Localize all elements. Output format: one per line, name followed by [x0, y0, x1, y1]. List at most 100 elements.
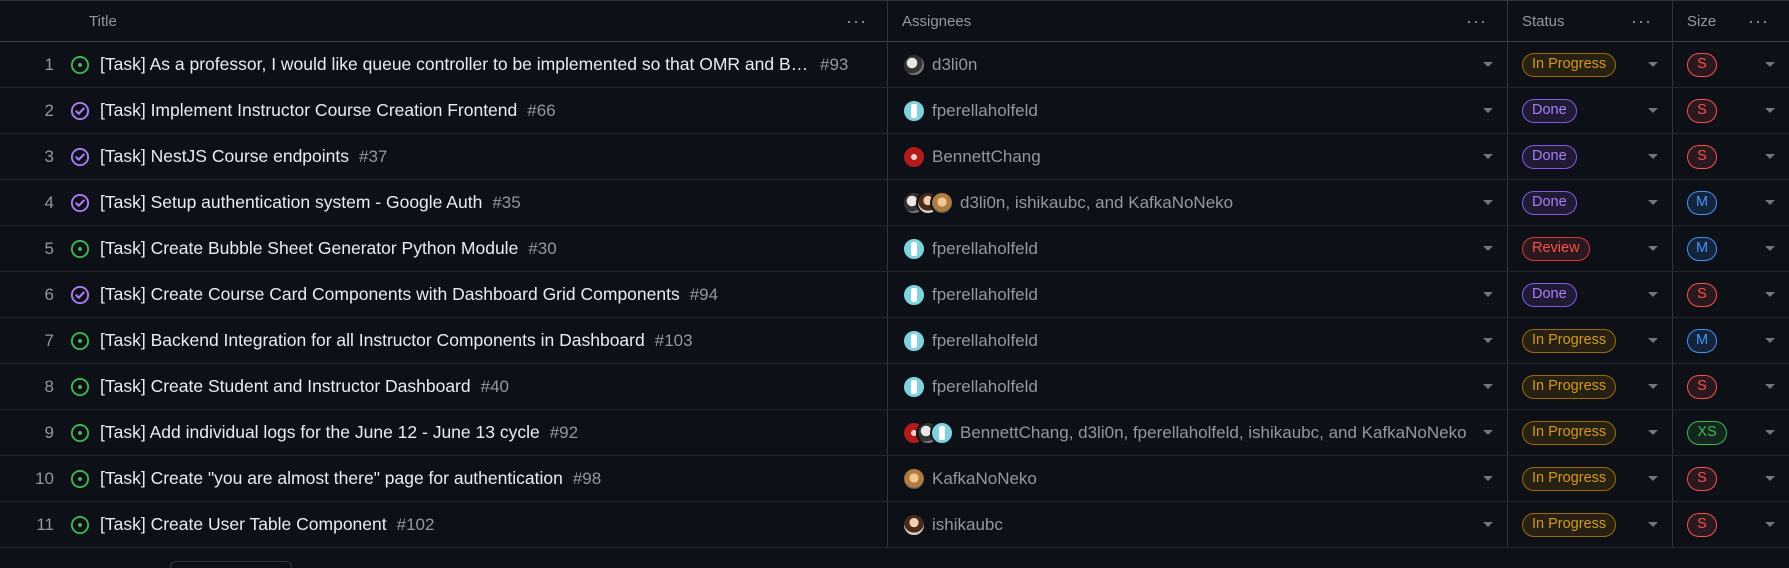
size-badge[interactable]: S	[1687, 374, 1717, 399]
status-badge[interactable]: In Progress	[1522, 466, 1617, 491]
issue-number[interactable]: #37	[359, 147, 387, 167]
status-badge[interactable]: In Progress	[1522, 328, 1617, 353]
size-dropdown-icon[interactable]	[1765, 476, 1775, 481]
assignees-dropdown-icon[interactable]	[1483, 154, 1493, 159]
assignees-cell[interactable]: BennettChang	[888, 134, 1508, 179]
assignees-cell[interactable]: fperellaholfeld	[888, 318, 1508, 363]
table-row[interactable]: 11 [Task] Create User Table Component #102…	[0, 502, 1789, 548]
size-badge[interactable]: S	[1687, 144, 1717, 169]
status-badge[interactable]: Done	[1522, 282, 1577, 307]
assignees-text[interactable]: BennettChang, d3li0n, fperellaholfeld, i…	[960, 423, 1467, 443]
assignees-text[interactable]: fperellaholfeld	[932, 331, 1038, 351]
assignees-text[interactable]: fperellaholfeld	[932, 285, 1038, 305]
size-badge[interactable]: S	[1687, 512, 1717, 537]
size-cell[interactable]: M	[1673, 180, 1789, 225]
assignees-text[interactable]: BennettChang	[932, 147, 1041, 167]
status-dropdown-icon[interactable]	[1648, 292, 1658, 297]
status-badge[interactable]: Done	[1522, 98, 1577, 123]
assignees-dropdown-icon[interactable]	[1483, 476, 1493, 481]
status-dropdown-icon[interactable]	[1648, 476, 1658, 481]
size-cell[interactable]: M	[1673, 226, 1789, 271]
issue-title-link[interactable]: [Task] Add individual logs for the June …	[100, 422, 540, 443]
table-row[interactable]: 1 [Task] As a professor, I would like que…	[0, 42, 1789, 88]
issue-title-link[interactable]: [Task] Create Student and Instructor Das…	[100, 376, 471, 397]
size-dropdown-icon[interactable]	[1765, 522, 1775, 527]
issue-number[interactable]: #103	[655, 331, 693, 351]
size-dropdown-icon[interactable]	[1765, 338, 1775, 343]
size-dropdown-icon[interactable]	[1765, 154, 1775, 159]
size-dropdown-icon[interactable]	[1765, 108, 1775, 113]
assignees-cell[interactable]: d3li0n	[888, 42, 1508, 87]
issue-number[interactable]: #30	[528, 239, 556, 259]
size-dropdown-icon[interactable]	[1765, 292, 1775, 297]
status-cell[interactable]: Review	[1508, 226, 1673, 271]
assignees-dropdown-icon[interactable]	[1483, 430, 1493, 435]
issue-title-link[interactable]: [Task] Setup authentication system - Goo…	[100, 192, 482, 213]
column-header-title[interactable]: Title ···	[0, 1, 888, 41]
assignees-cell[interactable]: fperellaholfeld	[888, 272, 1508, 317]
assignees-cell[interactable]: d3li0n, ishikaubc, and KafkaNoNeko	[888, 180, 1508, 225]
assignees-dropdown-icon[interactable]	[1483, 292, 1493, 297]
assignees-dropdown-icon[interactable]	[1483, 246, 1493, 251]
table-row[interactable]: 9 [Task] Add individual logs for the June…	[0, 410, 1789, 456]
size-dropdown-icon[interactable]	[1765, 246, 1775, 251]
assignees-text[interactable]: fperellaholfeld	[932, 101, 1038, 121]
table-row[interactable]: 6 [Task] Create Course Card Components wi…	[0, 272, 1789, 318]
assignees-dropdown-icon[interactable]	[1483, 62, 1493, 67]
size-badge[interactable]: S	[1687, 98, 1717, 123]
status-dropdown-icon[interactable]	[1648, 246, 1658, 251]
assignees-column-menu-icon[interactable]: ···	[1466, 11, 1487, 32]
issue-title-link[interactable]: [Task] Implement Instructor Course Creat…	[100, 100, 517, 121]
table-row[interactable]: 4 [Task] Setup authentication system - Go…	[0, 180, 1789, 226]
status-badge[interactable]: In Progress	[1522, 52, 1617, 77]
issue-title-link[interactable]: [Task] Create Course Card Components wit…	[100, 284, 680, 305]
status-dropdown-icon[interactable]	[1648, 62, 1658, 67]
status-cell[interactable]: In Progress	[1508, 318, 1673, 363]
column-header-assignees[interactable]: Assignees ···	[888, 1, 1508, 41]
assignees-text[interactable]: KafkaNoNeko	[932, 469, 1037, 489]
status-badge[interactable]: In Progress	[1522, 512, 1617, 537]
status-dropdown-icon[interactable]	[1648, 108, 1658, 113]
size-cell[interactable]: S	[1673, 42, 1789, 87]
issue-number[interactable]: #93	[820, 55, 848, 75]
assignees-cell[interactable]: fperellaholfeld	[888, 226, 1508, 271]
assignees-dropdown-icon[interactable]	[1483, 200, 1493, 205]
status-badge[interactable]: Done	[1522, 144, 1577, 169]
assignees-text[interactable]: d3li0n, ishikaubc, and KafkaNoNeko	[960, 193, 1233, 213]
assignees-dropdown-icon[interactable]	[1483, 384, 1493, 389]
size-cell[interactable]: S	[1673, 134, 1789, 179]
assignees-dropdown-icon[interactable]	[1483, 338, 1493, 343]
issue-number[interactable]: #35	[492, 193, 520, 213]
issue-number[interactable]: #66	[527, 101, 555, 121]
table-row[interactable]: 3 [Task] NestJS Course endpoints #37 Bennet…	[0, 134, 1789, 180]
size-badge[interactable]: S	[1687, 52, 1717, 77]
issue-title-link[interactable]: [Task] Create "you are almost there" pag…	[100, 468, 563, 489]
status-cell[interactable]: Done	[1508, 272, 1673, 317]
size-column-menu-icon[interactable]: ···	[1748, 11, 1769, 32]
column-header-size[interactable]: Size ···	[1673, 1, 1789, 41]
issue-number[interactable]: #94	[690, 285, 718, 305]
size-cell[interactable]: S	[1673, 456, 1789, 501]
size-cell[interactable]: XS	[1673, 410, 1789, 455]
assignees-cell[interactable]: BennettChang, d3li0n, fperellaholfeld, i…	[888, 410, 1508, 455]
size-cell[interactable]: S	[1673, 502, 1789, 547]
size-badge[interactable]: S	[1687, 466, 1717, 491]
status-cell[interactable]: In Progress	[1508, 456, 1673, 501]
table-row[interactable]: 8 [Task] Create Student and Instructor Da…	[0, 364, 1789, 410]
issue-title-link[interactable]: [Task] Create Bubble Sheet Generator Pyt…	[100, 238, 518, 259]
status-cell[interactable]: In Progress	[1508, 42, 1673, 87]
status-badge[interactable]: Done	[1522, 190, 1577, 215]
issue-number[interactable]: #102	[397, 515, 435, 535]
status-column-menu-icon[interactable]: ···	[1631, 11, 1652, 32]
status-dropdown-icon[interactable]	[1648, 338, 1658, 343]
size-dropdown-icon[interactable]	[1765, 384, 1775, 389]
status-dropdown-icon[interactable]	[1648, 384, 1658, 389]
status-dropdown-icon[interactable]	[1648, 522, 1658, 527]
assignees-dropdown-icon[interactable]	[1483, 522, 1493, 527]
status-badge[interactable]: In Progress	[1522, 420, 1617, 445]
status-cell[interactable]: Done	[1508, 180, 1673, 225]
assignees-text[interactable]: fperellaholfeld	[932, 377, 1038, 397]
assignees-cell[interactable]: fperellaholfeld	[888, 364, 1508, 409]
add-item-button[interactable]	[170, 561, 292, 568]
issue-title-link[interactable]: [Task] As a professor, I would like queu…	[100, 54, 810, 75]
